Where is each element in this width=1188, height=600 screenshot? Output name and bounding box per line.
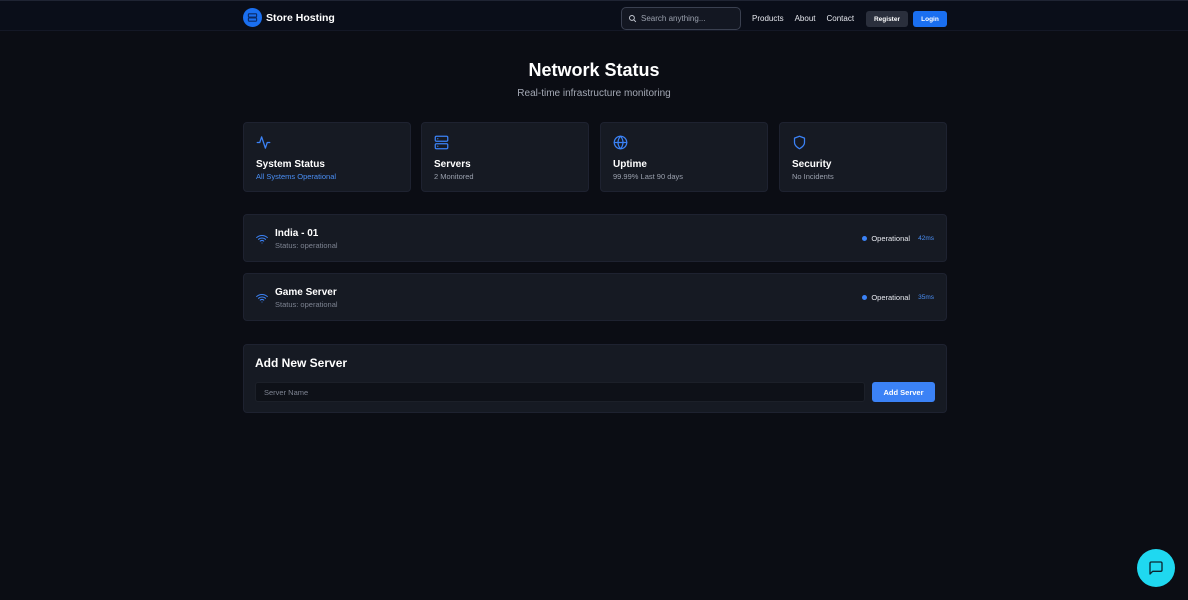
stat-card-subtitle: 99.99% Last 90 days bbox=[613, 172, 684, 181]
chat-button[interactable] bbox=[1137, 549, 1175, 587]
stat-card-title: Uptime bbox=[613, 159, 647, 170]
status-label: Operational bbox=[871, 293, 911, 302]
search-icon bbox=[629, 15, 637, 23]
nav-link-contact[interactable]: Contact bbox=[826, 14, 854, 23]
add-server-panel: Add New Server Add Server bbox=[243, 344, 947, 413]
status-dot-icon bbox=[862, 295, 868, 300]
server-status-badge: Operational 35ms bbox=[862, 293, 934, 302]
search-box[interactable] bbox=[621, 7, 741, 30]
stat-card-subtitle: No Incidents bbox=[792, 172, 834, 181]
nav-link-products[interactable]: Products bbox=[752, 14, 784, 23]
stat-card-subtitle: 2 Monitored bbox=[434, 172, 474, 181]
activity-icon bbox=[256, 136, 271, 149]
add-server-title: Add New Server bbox=[255, 356, 348, 370]
latency-value: 42ms bbox=[918, 235, 934, 242]
server-status-badge: Operational 42ms bbox=[862, 234, 934, 243]
brand-name: Store Hosting bbox=[266, 11, 335, 24]
search-input[interactable] bbox=[641, 14, 736, 23]
brand[interactable]: Store Hosting bbox=[243, 8, 335, 27]
stat-card-subtitle: All Systems Operational bbox=[256, 172, 337, 181]
server-status-text: Status: operational bbox=[275, 300, 338, 309]
wifi-icon bbox=[256, 294, 268, 303]
stat-card-title: System Status bbox=[256, 159, 325, 170]
server-name: Game Server bbox=[275, 287, 337, 298]
stat-card-servers: Servers 2 Monitored bbox=[421, 122, 589, 192]
stat-card-title: Servers bbox=[434, 159, 471, 170]
page-title: Network Status bbox=[528, 60, 660, 80]
add-server-button[interactable]: Add Server bbox=[872, 382, 935, 402]
shield-icon bbox=[793, 135, 806, 150]
server-name: India - 01 bbox=[275, 228, 319, 239]
status-dot-icon bbox=[862, 236, 868, 241]
globe-icon bbox=[613, 135, 628, 150]
server-name-input[interactable] bbox=[255, 382, 865, 402]
server-row-game-server[interactable]: Game Server Status: operational Operatio… bbox=[243, 273, 947, 321]
top-navbar: Store Hosting Products About Contact Reg… bbox=[0, 0, 1188, 31]
stat-card-title: Security bbox=[792, 159, 832, 170]
server-status-text: Status: operational bbox=[275, 241, 338, 250]
register-button[interactable]: Register bbox=[866, 11, 908, 27]
chat-bubble-icon bbox=[1149, 561, 1163, 575]
page-subtitle: Real-time infrastructure monitoring bbox=[517, 88, 671, 99]
server-row-india-01[interactable]: India - 01 Status: operational Operation… bbox=[243, 214, 947, 262]
status-label: Operational bbox=[871, 234, 911, 243]
nav-links: Products About Contact bbox=[752, 14, 865, 23]
server-icon bbox=[434, 135, 449, 150]
wifi-icon bbox=[256, 235, 268, 244]
latency-value: 35ms bbox=[918, 294, 934, 301]
stat-card-system-status: System Status All Systems Operational bbox=[243, 122, 411, 192]
server-stack-icon bbox=[243, 8, 262, 27]
stat-card-uptime: Uptime 99.99% Last 90 days bbox=[600, 122, 768, 192]
stat-card-security: Security No Incidents bbox=[779, 122, 947, 192]
nav-link-about[interactable]: About bbox=[795, 14, 816, 23]
login-button[interactable]: Login bbox=[913, 11, 947, 27]
